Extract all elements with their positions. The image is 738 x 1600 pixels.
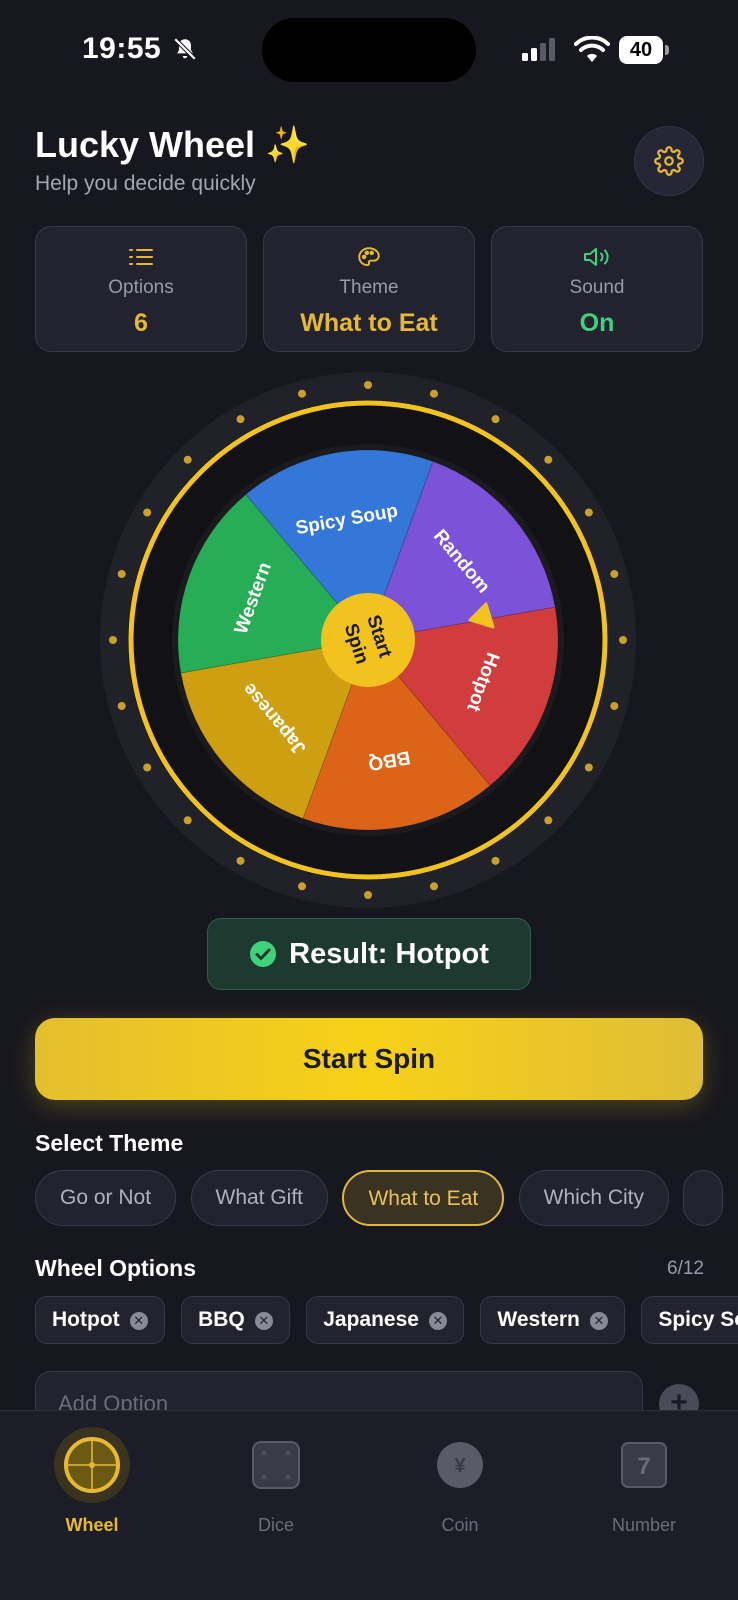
rim-light-dot — [236, 415, 245, 424]
option-chip: BBQ ✕ — [181, 1296, 290, 1344]
theme-chip-what-to-eat[interactable]: What to Eat — [342, 1170, 505, 1226]
rim-light-dot — [610, 701, 619, 710]
rim-light-dot — [544, 455, 553, 464]
option-chip: Spicy Soup✕ — [641, 1296, 738, 1344]
dynamic-island — [262, 18, 476, 82]
tab-number[interactable]: 7 Number — [552, 1411, 736, 1551]
remove-option-icon[interactable]: ✕ — [428, 1312, 447, 1330]
bell-muted-icon — [173, 37, 197, 61]
result-badge: Result: Hotpot — [207, 918, 531, 990]
rim-light-dot — [544, 816, 553, 825]
rim-light-dot — [143, 508, 152, 517]
tab-label-coin: Coin — [441, 1515, 479, 1535]
palette-icon — [358, 247, 380, 267]
number-symbol: 7 — [637, 1453, 650, 1480]
option-chip: Western ✕ — [480, 1296, 625, 1344]
rim-light-dot — [364, 381, 372, 389]
tab-label-dice: Dice — [257, 1515, 294, 1535]
stat-label-sound: Sound — [569, 277, 625, 298]
rim-light-dot — [117, 701, 126, 710]
rim-light-dot — [584, 508, 593, 517]
stat-value-options: 6 — [134, 309, 148, 337]
dice-icon — [252, 1441, 300, 1489]
rim-light-dot — [364, 891, 372, 899]
rim-light-dot — [183, 816, 192, 825]
theme-chip-list: Go or Not What Gift What to Eat Which Ci… — [35, 1170, 738, 1228]
option-chip-label: Japanese — [323, 1308, 419, 1331]
rim-light-dot — [183, 455, 192, 464]
tab-coin[interactable]: ¥ Coin — [368, 1411, 552, 1551]
tab-label-number: Number — [611, 1515, 677, 1535]
battery-indicator: 40 — [619, 36, 669, 64]
remove-option-icon[interactable]: ✕ — [129, 1312, 148, 1330]
rim-light-dot — [619, 636, 627, 644]
option-chip: Hotpot ✕ — [35, 1296, 165, 1344]
rim-light-dot — [143, 763, 152, 772]
options-count-card: Options 6 — [35, 226, 247, 352]
gear-icon — [654, 146, 684, 176]
rim-light-dot — [584, 763, 593, 772]
rim-light-dot — [491, 415, 500, 424]
tab-wheel[interactable]: Wheel — [0, 1411, 184, 1551]
wheel-options-heading: Wheel Options — [35, 1255, 196, 1281]
coin-icon: ¥ — [437, 1442, 483, 1488]
speaker-icon — [584, 248, 609, 266]
option-chip-label: BBQ — [198, 1308, 245, 1331]
option-chip: Japanese ✕ — [306, 1296, 464, 1344]
theme-chip-go-or-not[interactable]: Go or Not — [35, 1170, 177, 1226]
rim-light-dot — [298, 882, 307, 891]
bottom-tab-bar: Wheel Dice ¥ Coin 7 Number — [0, 1410, 738, 1600]
coin-symbol: ¥ — [454, 1455, 466, 1477]
stat-label-options: Options — [108, 277, 174, 298]
option-chip-list: Hotpot ✕ BBQ ✕ Japanese ✕ Western ✕ Spicy So… — [35, 1296, 738, 1346]
settings-button[interactable] — [634, 126, 704, 196]
sound-card[interactable]: Sound On — [491, 226, 703, 352]
option-chip-label: Western — [497, 1308, 580, 1331]
battery-level: 40 — [619, 36, 663, 64]
battery-cap — [665, 45, 669, 55]
stat-label-theme: Theme — [339, 277, 399, 298]
list-icon — [129, 249, 153, 265]
rim-light-dot — [236, 856, 245, 865]
rim-light-dot — [109, 636, 117, 644]
select-theme-heading: Select Theme — [35, 1130, 184, 1156]
number-icon: 7 — [621, 1442, 667, 1488]
remove-option-icon[interactable]: ✕ — [589, 1312, 608, 1330]
remove-option-icon[interactable]: ✕ — [254, 1312, 273, 1330]
wifi-icon — [574, 36, 610, 62]
option-chip-label: Hotpot — [52, 1308, 120, 1331]
stat-value-theme: What to Eat — [300, 309, 438, 337]
wheel-icon — [64, 1437, 120, 1493]
rim-light-dot — [610, 570, 619, 579]
wheel-graphic[interactable]: HotpotBBQJapaneseWesternSpicy SoupRandom… — [100, 372, 636, 908]
theme-chip-what-gift[interactable]: What Gift — [190, 1170, 329, 1226]
page-title: Lucky Wheel ✨ — [35, 124, 310, 165]
rim-light-dot — [117, 570, 126, 579]
options-count: 6/12 — [667, 1258, 704, 1279]
status-time: 19:55 — [82, 32, 162, 65]
tab-label-wheel: Wheel — [65, 1515, 119, 1535]
option-chip-label: Spicy Soup — [658, 1308, 738, 1331]
cellular-signal-icon — [522, 38, 555, 61]
lucky-wheel[interactable]: Hotpot BBQ Japanese Western Spicy Soup Random… — [100, 372, 636, 908]
check-circle-icon — [250, 941, 277, 967]
theme-chip-which-city[interactable]: Which City — [518, 1170, 670, 1226]
tab-dice[interactable]: Dice — [184, 1411, 368, 1551]
theme-card[interactable]: Theme What to Eat — [263, 226, 475, 352]
status-bar: 19:55 40 — [0, 0, 738, 100]
rim-light-dot — [429, 882, 438, 891]
page-subtitle: Help you decide quickly — [35, 172, 256, 195]
theme-chip-more[interactable] — [683, 1170, 724, 1226]
rim-light-dot — [491, 856, 500, 865]
rim-light-dot — [298, 389, 307, 398]
start-spin-button[interactable]: Start Spin — [35, 1018, 703, 1100]
stat-value-sound: On — [579, 309, 615, 337]
rim-light-dot — [429, 389, 438, 398]
spin-hub-button[interactable] — [321, 593, 415, 687]
result-text: Result: Hotpot — [289, 937, 489, 970]
